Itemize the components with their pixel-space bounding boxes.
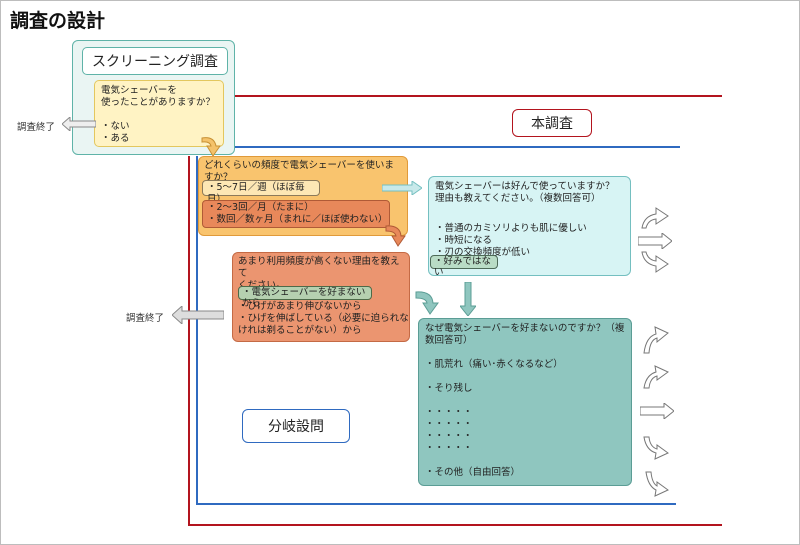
page-title: 調査の設計 (10, 10, 106, 32)
frequency-option-rare: ・2〜3回／月（たまに） ・数回／数ヶ月（まれに／ほぼ使わない） (202, 200, 390, 228)
frequency-option-rare-line: ・2〜3回／月（たまに） (207, 202, 314, 213)
why-option-other: ・その他（自由回答） (425, 467, 521, 478)
screening-question-line: 使ったことがありますか？ (101, 97, 216, 108)
right-arrow-icon (640, 403, 674, 419)
why-question-line: なぜ電気シェーバーを好まないのですか？（複 (425, 323, 625, 334)
why-question-line: 数回答可） (425, 335, 473, 346)
reason-question-line: あまり利用頻度が高くない理由を教えて (238, 256, 400, 279)
why-option-missed: ・そり残し (425, 383, 473, 394)
why-option-ellipsis: ・・・・・ (425, 419, 473, 430)
right-arrow-icon (638, 233, 672, 249)
down-arrow-icon (460, 282, 476, 316)
main-survey-label: 本調査 (512, 109, 592, 137)
left-arrow-icon (62, 117, 96, 131)
screening-option-none: ・ない (101, 121, 130, 132)
like-option-dislike: ・好みではない (430, 255, 498, 278)
left-arrow-icon (172, 306, 224, 324)
survey-end-label: 調査終了 (17, 122, 56, 133)
reason-option-line: けれは剃ることがない）から (238, 325, 362, 336)
why-option-ellipsis: ・・・・・ (425, 407, 473, 418)
reason-other-options: ・ひげがあまり伸びないから ・ひげを伸ばしている（必要に迫られな けれは剃ること… (238, 301, 409, 337)
main-survey-bottom-line (188, 524, 722, 526)
why-option-ellipsis: ・・・・・ (425, 443, 473, 454)
down-right-arrow-icon (645, 471, 669, 497)
branch-bottom-line (196, 503, 676, 505)
curved-arrow-icon (415, 291, 439, 315)
up-right-arrow-icon (643, 365, 669, 389)
why-option-skin: ・肌荒れ（痛い･赤くなるなど） (425, 359, 563, 370)
screening-question-line: 電気シェーバーを (101, 85, 177, 96)
why-option-ellipsis: ・・・・・ (425, 431, 473, 442)
curved-arrow-icon (201, 137, 221, 157)
branch-top-line (235, 146, 680, 148)
why-not-question-card: なぜ電気シェーバーを好まないのですか？（複 数回答可） ・肌荒れ（痛い･赤くなる… (418, 318, 632, 486)
down-right-arrow-icon (641, 251, 669, 273)
survey-end-label: 調査終了 (126, 313, 165, 324)
like-option-line: ・普通のカミソリよりも肌に優しい (435, 223, 587, 234)
like-option-line: ・時短になる (435, 235, 493, 246)
down-right-arrow-icon (643, 436, 669, 460)
frequency-option-daily: ・5〜7日／週（ほぼ毎日） (202, 180, 320, 205)
like-question-line: 電気シェーバーは好んで使っていますか？ (435, 181, 615, 192)
curved-arrow-icon (385, 225, 406, 247)
up-right-arrow-icon (643, 326, 669, 354)
right-arrow-icon (382, 181, 422, 195)
reason-option-line: ・ひげを伸ばしている（必要に迫られな (238, 313, 409, 324)
up-right-arrow-icon (641, 207, 669, 229)
like-question-line: 理由も教えてください。（複数回答可） (435, 193, 601, 204)
reason-option-line: ・ひげがあまり伸びないから (238, 301, 362, 312)
reason-option-dislike: ・電気シェーバーを好まないから (238, 286, 372, 309)
main-survey-top-line (232, 95, 722, 97)
branch-question-label: 分岐設問 (242, 409, 350, 443)
main-survey-left-line (188, 156, 190, 526)
frequency-option-rare-line: ・数回／数ヶ月（まれに／ほぼ使わない） (207, 214, 388, 225)
screening-title: スクリーニング調査 (82, 47, 228, 75)
